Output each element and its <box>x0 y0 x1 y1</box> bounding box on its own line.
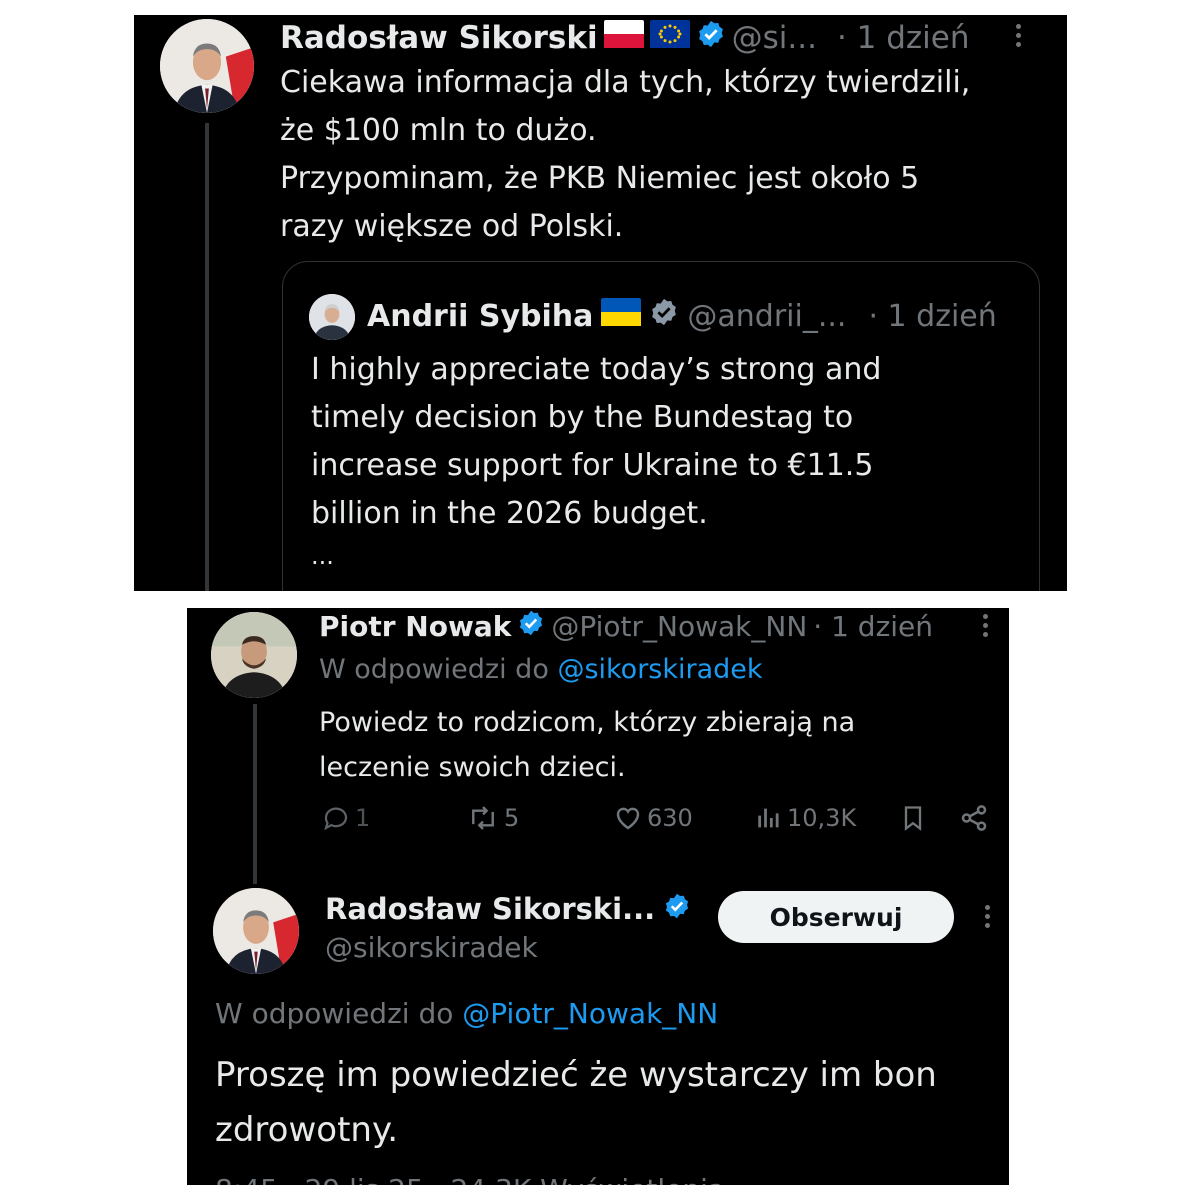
main-reply-to-link[interactable]: @Piotr_Nowak_NN <box>462 997 718 1030</box>
quote-time[interactable]: · 1 dzień <box>868 299 996 334</box>
comment-icon <box>324 807 348 831</box>
avatar-sikorski[interactable] <box>160 19 254 113</box>
bookmark-button[interactable] <box>899 803 927 833</box>
main-reply-verified-badge-icon <box>663 892 691 927</box>
avatar-sikorski-reply[interactable] <box>213 888 299 974</box>
reply-to-link[interactable]: @sikorskiradek <box>557 654 762 685</box>
heart-icon <box>616 807 640 830</box>
eu-flag-icon <box>649 20 690 56</box>
main-reply-more-options-icon[interactable] <box>985 901 990 932</box>
reply-header: Piotr Nowak @Piotr_Nowak_NN · 1 dzień <box>319 608 933 644</box>
avatar-sybiha[interactable] <box>309 294 355 340</box>
ukraine-flag-icon <box>601 298 642 334</box>
reply-author-handle[interactable]: @Piotr_Nowak_NN <box>551 610 807 643</box>
main-reply-handle[interactable]: @sikorskiradek <box>325 928 538 968</box>
reply-action-bar: 1 5 630 10,3K <box>321 803 1001 843</box>
author-handle[interactable]: @si... <box>732 20 817 56</box>
views-chart-icon <box>758 808 779 828</box>
main-reply-footer: 8:45 · 29 lis 25 · 24,3K Wyświetlenia <box>215 1170 725 1185</box>
reply-more-options-icon[interactable] <box>983 610 988 641</box>
more-options-icon[interactable] <box>1016 20 1021 51</box>
tweet-text: Ciekawa informacja dla tych, którzy twie… <box>280 65 971 244</box>
quoted-tweet-card[interactable]: Andrii Sybiha @andrii_... · 1 dzień I hi… <box>282 261 1040 591</box>
quote-text: I highly appreciate today’s strong and t… <box>311 352 882 570</box>
reply-to-line: W odpowiedzi do @sikorskiradek <box>319 654 763 685</box>
main-reply-to-line: W odpowiedzi do @Piotr_Nowak_NN <box>215 997 719 1030</box>
reply-author-name[interactable]: Piotr Nowak <box>319 610 511 643</box>
repost-button[interactable]: 5 <box>466 803 519 833</box>
main-reply-author-name[interactable]: Radosław Sikorski... <box>325 892 655 926</box>
follow-button[interactable]: Obserwuj <box>718 891 954 943</box>
thread-line <box>205 123 209 591</box>
quote-author-name[interactable]: Andrii Sybiha <box>367 299 593 334</box>
tweet-time[interactable]: · 1 dzień <box>837 20 970 56</box>
avatar-nowak[interactable] <box>211 612 297 698</box>
views-button[interactable]: 10,3K <box>755 803 856 833</box>
reply-verified-badge-icon <box>517 609 545 644</box>
share-button[interactable] <box>959 803 989 833</box>
like-button[interactable]: 630 <box>613 803 693 833</box>
main-reply-header: Radosław Sikorski... <box>325 890 691 928</box>
thread-line <box>253 704 257 884</box>
reply-time[interactable]: · 1 dzień <box>813 610 933 643</box>
bookmark-icon <box>904 806 922 831</box>
quote-verified-badge-icon <box>649 297 679 335</box>
top-screenshot-panel: Radosław Sikorski @si... · 1 dzień Cieka… <box>134 15 1067 591</box>
share-icon <box>961 805 987 831</box>
repost-icon <box>472 806 494 830</box>
main-reply-text: Proszę im powiedzieć że wystarczy im bon… <box>215 1055 937 1150</box>
tweet-header: Radosław Sikorski @si... · 1 dzień <box>280 18 970 58</box>
poland-flag-icon <box>603 20 644 56</box>
author-name[interactable]: Radosław Sikorski <box>280 20 598 56</box>
reply-text: Powiedz to rodzicom, którzy zbierają na … <box>319 707 856 783</box>
quote-author-handle[interactable]: @andrii_... <box>687 299 846 334</box>
bottom-screenshot-panel: Piotr Nowak @Piotr_Nowak_NN · 1 dzień W … <box>187 608 1009 1185</box>
verified-badge-icon <box>696 19 726 57</box>
quote-header: Andrii Sybiha @andrii_... · 1 dzień <box>367 294 997 338</box>
reply-count-button[interactable]: 1 <box>321 803 370 833</box>
